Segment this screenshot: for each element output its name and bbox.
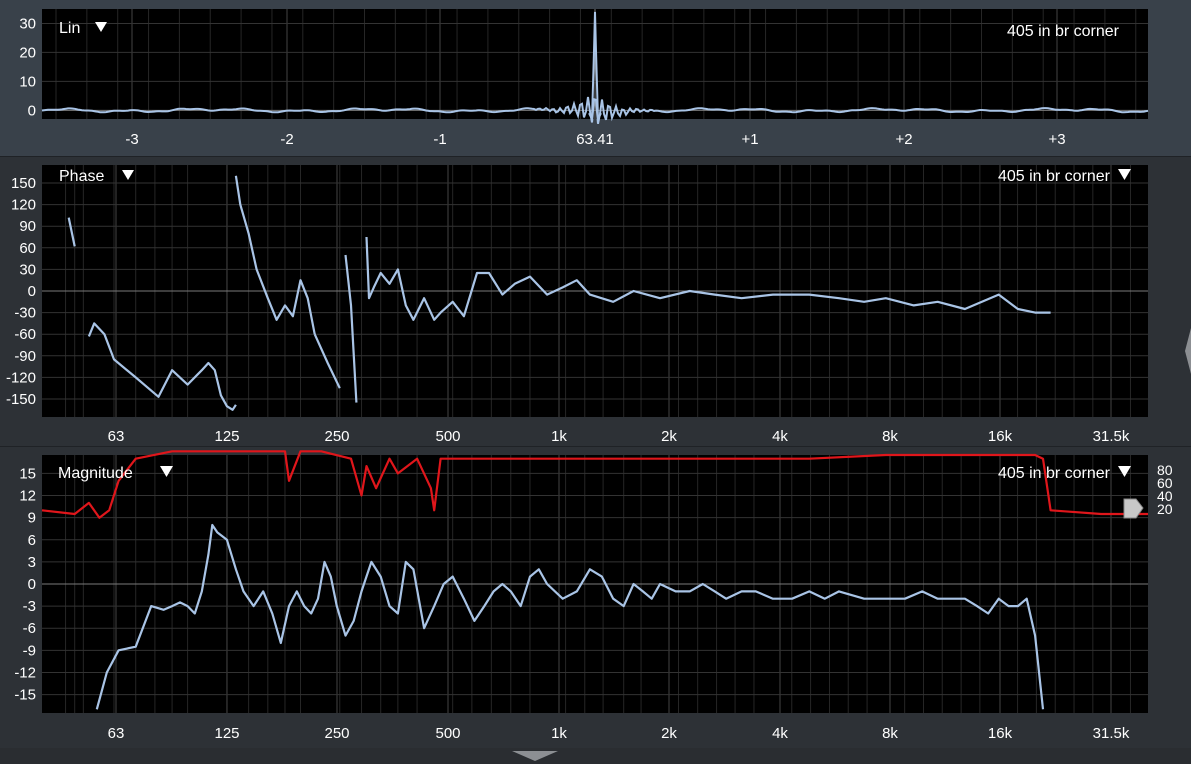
phase-x-tick: 16k — [988, 428, 1013, 445]
lin-view-label[interactable]: Lin — [59, 20, 80, 37]
magnitude-x-tick: 63 — [108, 725, 125, 742]
phase-trace-selector[interactable]: 405 in br corner — [998, 168, 1111, 185]
lin-y-tick: 30 — [19, 15, 36, 32]
magnitude-view-label[interactable]: Magnitude — [58, 465, 133, 482]
coherence-tick: 20 — [1157, 501, 1173, 517]
magnitude-x-tick: 4k — [772, 725, 788, 742]
phase-x-tick: 125 — [214, 428, 239, 445]
magnitude-x-axis: 63 125 250 500 1k 2k 4k 8k 16k 31.5k — [108, 725, 1130, 742]
phase-x-tick: 500 — [435, 428, 460, 445]
magnitude-x-tick: 8k — [882, 725, 898, 742]
magnitude-y-tick: -9 — [23, 642, 36, 659]
lin-y-axis: 30 20 10 0 — [19, 15, 36, 119]
plot-canvas: 3020100 -3 -2 -1 63.41 +1 +2 +3 Lin 405 in br … — [6, 9, 1173, 742]
phase-y-tick: 0 — [28, 283, 36, 300]
magnitude-y-axis: 15 12 9 6 3 0 -3 -6 -9 -12 -15 — [14, 465, 36, 703]
phase-y-tick: -60 — [14, 326, 36, 343]
lin-y-tick: 20 — [19, 44, 36, 61]
magnitude-x-tick: 31.5k — [1093, 725, 1130, 742]
lin-x-tick: -1 — [433, 131, 446, 148]
phase-y-axis: 150 120 90 60 30 0 -30 -60 -90 -120 -150 — [6, 175, 36, 408]
lin-y-tick: 10 — [19, 73, 36, 90]
magnitude-y-tick: -12 — [14, 664, 36, 681]
phase-y-tick: -120 — [6, 369, 36, 386]
magnitude-y-tick: 12 — [19, 488, 36, 505]
magnitude-x-tick: 250 — [324, 725, 349, 742]
lin-x-tick: 63.41 — [576, 131, 614, 148]
phase-x-tick: 8k — [882, 428, 898, 445]
magnitude-x-tick: 16k — [988, 725, 1013, 742]
magnitude-trace-selector[interactable]: 405 in br corner — [998, 465, 1111, 482]
phase-view-label[interactable]: Phase — [59, 168, 104, 185]
magnitude-x-tick: 500 — [435, 725, 460, 742]
phase-x-axis: 63 125 250 500 1k 2k 4k 8k 16k 31.5k — [108, 428, 1130, 445]
magnitude-y-tick: 9 — [28, 510, 36, 527]
phase-y-tick: 120 — [11, 197, 36, 214]
magnitude-y-tick: 0 — [28, 576, 36, 593]
magnitude-y-tick: -3 — [23, 598, 36, 615]
lin-x-tick: +1 — [741, 131, 758, 148]
lin-x-axis: -3 -2 -1 63.41 +1 +2 +3 — [125, 131, 1065, 148]
phase-y-tick: -30 — [14, 305, 36, 322]
collapse-handle-icon[interactable] — [512, 750, 558, 762]
magnitude-x-tick: 125 — [214, 725, 239, 742]
magnitude-y-tick: -15 — [14, 687, 36, 704]
phase-y-tick: -150 — [6, 391, 36, 408]
lin-trace-selector[interactable]: 405 in br corner — [1007, 23, 1120, 40]
lin-x-tick: +3 — [1048, 131, 1065, 148]
phase-y-tick: 90 — [19, 218, 36, 235]
phase-y-tick: -90 — [14, 348, 36, 365]
lin-x-tick: +2 — [895, 131, 912, 148]
phase-x-tick: 1k — [551, 428, 567, 445]
phase-x-tick: 4k — [772, 428, 788, 445]
phase-x-tick: 250 — [324, 428, 349, 445]
magnitude-x-tick: 1k — [551, 725, 567, 742]
coherence-axis: 80604020 — [1157, 462, 1173, 517]
lin-y-tick: 0 — [28, 102, 36, 119]
magnitude-x-tick: 2k — [661, 725, 677, 742]
magnitude-y-tick: -6 — [23, 620, 36, 637]
phase-x-tick: 2k — [661, 428, 677, 445]
phase-y-tick: 150 — [11, 175, 36, 192]
magnitude-y-tick: 15 — [19, 465, 36, 482]
phase-y-tick: 60 — [19, 240, 36, 257]
magnitude-y-tick: 3 — [28, 554, 36, 571]
side-panel-handle-icon[interactable] — [1184, 328, 1191, 374]
phase-y-tick: 30 — [19, 261, 36, 278]
phase-x-tick: 63 — [108, 428, 125, 445]
lin-x-tick: -2 — [280, 131, 293, 148]
magnitude-y-tick: 6 — [28, 532, 36, 549]
phase-x-tick: 31.5k — [1093, 428, 1130, 445]
lin-x-tick: -3 — [125, 131, 138, 148]
